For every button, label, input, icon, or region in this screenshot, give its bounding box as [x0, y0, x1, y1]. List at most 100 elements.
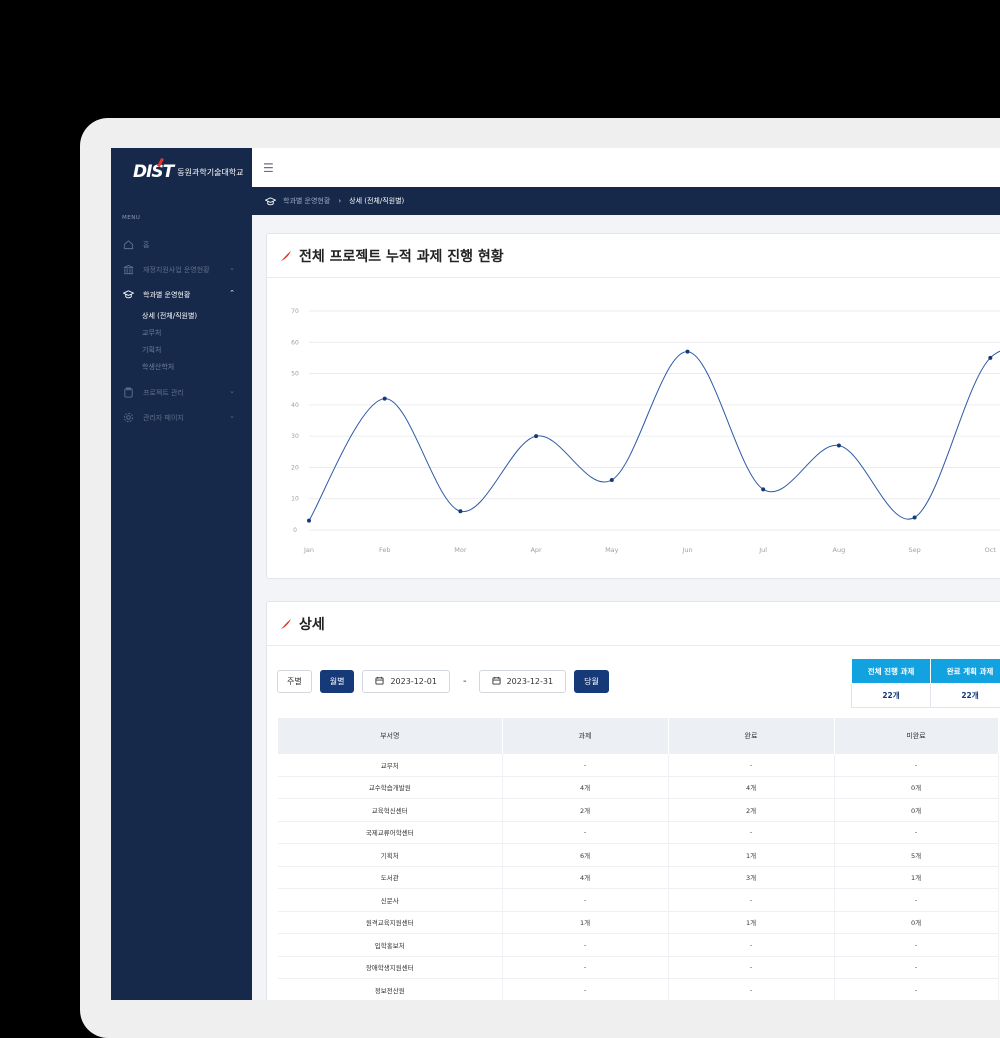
start-date-field[interactable]: 2023-12-01: [362, 670, 450, 693]
sidebar-item-admin[interactable]: 관리자 페이지 ⌄: [111, 405, 252, 430]
y-tick-label: 40: [291, 402, 299, 409]
weekly-button[interactable]: 주별: [277, 670, 312, 693]
line-chart: 010203040506070JanFebMorAprMayJunJulAugS…: [267, 278, 1000, 568]
department-name-cell: 교육혁신센터: [278, 799, 502, 822]
table-cell: -: [668, 934, 834, 957]
chevron-down-icon: ⌄: [229, 412, 235, 420]
logo-mark: DIST: [133, 162, 173, 182]
brush-icon: [280, 618, 292, 630]
table-cell: 2개: [668, 799, 834, 822]
y-tick-label: 70: [291, 308, 299, 315]
table-row[interactable]: 원격교육지원센터1개1개0개: [278, 911, 998, 934]
column-header: 부서명: [278, 718, 502, 754]
sidebar-item-department[interactable]: 학과별 운영현황 ⌃: [111, 282, 252, 307]
table-cell: -: [502, 934, 668, 957]
table-cell: 1개: [668, 844, 834, 867]
data-point: [307, 519, 311, 523]
y-tick-label: 20: [291, 464, 299, 471]
department-name-cell: 장애학생지원센터: [278, 956, 502, 979]
table-cell: 0개: [834, 911, 998, 934]
table-row[interactable]: 교수학습개발원4개4개0개: [278, 776, 998, 799]
x-tick-label: Jul: [758, 546, 767, 554]
table-cell: -: [834, 889, 998, 912]
topbar: ☰: [252, 148, 1000, 187]
breadcrumb-separator: ›: [338, 197, 341, 205]
sidebar-item-label: 학과별 운영현황: [143, 290, 190, 300]
detail-card-title: 상세: [299, 614, 325, 634]
start-date-value: 2023-12-01: [390, 677, 437, 686]
table-row[interactable]: 정보전산원---: [278, 979, 998, 1001]
calendar-icon: [375, 676, 384, 688]
sidebar-item-label: 재정지원사업 운영현황: [143, 265, 210, 275]
table-cell: -: [668, 979, 834, 1001]
sidebar-nav: 홈 재정지원사업 운영현황 ⌄ 학과별 운영현황 ⌃ 상세 (전체/직원별) 교…: [111, 232, 252, 430]
subnav-item-detail[interactable]: 상세 (전체/직원별): [142, 308, 252, 325]
table-row[interactable]: 교무처---: [278, 754, 998, 776]
table-row[interactable]: 입학홍보처---: [278, 934, 998, 957]
y-tick-label: 60: [291, 339, 299, 346]
table-row[interactable]: 도서관4개3개1개: [278, 866, 998, 889]
sidebar-item-project[interactable]: 프로젝트 관리 ⌄: [111, 380, 252, 405]
current-month-button[interactable]: 당월: [574, 670, 609, 693]
chevron-down-icon: ⌄: [229, 264, 235, 272]
x-tick-label: Apr: [530, 546, 542, 554]
clipboard-icon: [122, 387, 134, 399]
gear-icon: [122, 412, 134, 424]
monthly-button[interactable]: 월별: [320, 670, 355, 693]
department-name-cell: 정보전산원: [278, 979, 502, 1001]
department-name-cell: 입학홍보처: [278, 934, 502, 957]
department-table: 부서명 과제 완료 미완료 교무처---교수학습개발원4개4개0개교육혁신센터2…: [278, 718, 999, 1000]
table-cell: -: [834, 979, 998, 1001]
table-cell: -: [502, 956, 668, 979]
date-range-dash: -: [463, 676, 467, 687]
logo-text: 동원과학기술대학교: [177, 167, 243, 178]
data-point: [913, 515, 917, 519]
table-row[interactable]: 기획처6개1개5개: [278, 844, 998, 867]
breadcrumb-current: 상세 (전체/직원별): [349, 196, 404, 206]
table-row[interactable]: 국제교류어학센터---: [278, 821, 998, 844]
sidebar-item-label: 프로젝트 관리: [143, 388, 184, 398]
data-point: [761, 487, 765, 491]
x-tick-label: Aug: [833, 546, 846, 554]
table-cell: -: [502, 821, 668, 844]
table-cell: 0개: [834, 776, 998, 799]
building-icon: [122, 264, 134, 276]
summary-value: 22개: [852, 684, 931, 708]
table-cell: -: [502, 754, 668, 776]
table-cell: -: [834, 754, 998, 776]
table-cell: 6개: [502, 844, 668, 867]
table-cell: -: [502, 889, 668, 912]
hamburger-menu-icon[interactable]: ☰: [263, 162, 274, 174]
logo[interactable]: DIST 동원과학기술대학교: [133, 162, 244, 182]
sidebar: DIST 동원과학기술대학교 MENU 홈 재정지원사업 운영현황 ⌄: [111, 148, 252, 1000]
table-row[interactable]: 장애학생지원센터---: [278, 956, 998, 979]
sidebar-item-funding[interactable]: 재정지원사업 운영현황 ⌄: [111, 257, 252, 282]
subnav-item-academic[interactable]: 교무처: [142, 325, 252, 342]
data-point: [837, 444, 841, 448]
table-row[interactable]: 교육혁신센터2개2개0개: [278, 799, 998, 822]
subnav-item-student[interactable]: 학생산학처: [142, 359, 252, 376]
detail-card-header: 상세: [267, 602, 1000, 646]
table-row[interactable]: 신문사---: [278, 889, 998, 912]
sidebar-item-home[interactable]: 홈: [111, 232, 252, 257]
data-point: [988, 356, 992, 360]
table-cell: -: [668, 956, 834, 979]
breadcrumb: 학과별 운영현황 › 상세 (전체/직원별): [252, 187, 1000, 215]
chart-card: 전체 프로젝트 누적 과제 진행 현황 010203040506070JanFe…: [266, 233, 1000, 579]
summary-value: 22개: [931, 684, 1000, 708]
table-cell: -: [834, 956, 998, 979]
end-date-field[interactable]: 2023-12-31: [479, 670, 567, 693]
department-table-body: 교무처---교수학습개발원4개4개0개교육혁신센터2개2개0개국제교류어학센터-…: [278, 754, 998, 1000]
data-point: [458, 509, 462, 513]
subnav-item-planning[interactable]: 기획처: [142, 342, 252, 359]
chevron-up-icon: ⌃: [229, 289, 235, 297]
table-cell: 3개: [668, 866, 834, 889]
sidebar-item-label: 관리자 페이지: [143, 413, 184, 423]
department-name-cell: 원격교육지원센터: [278, 911, 502, 934]
calendar-icon: [492, 676, 501, 688]
table-cell: 1개: [834, 866, 998, 889]
sidebar-item-label: 홈: [143, 240, 149, 250]
breadcrumb-parent[interactable]: 학과별 운영현황: [283, 196, 330, 206]
x-tick-label: Sep: [908, 546, 920, 554]
series-line: [309, 349, 1000, 521]
